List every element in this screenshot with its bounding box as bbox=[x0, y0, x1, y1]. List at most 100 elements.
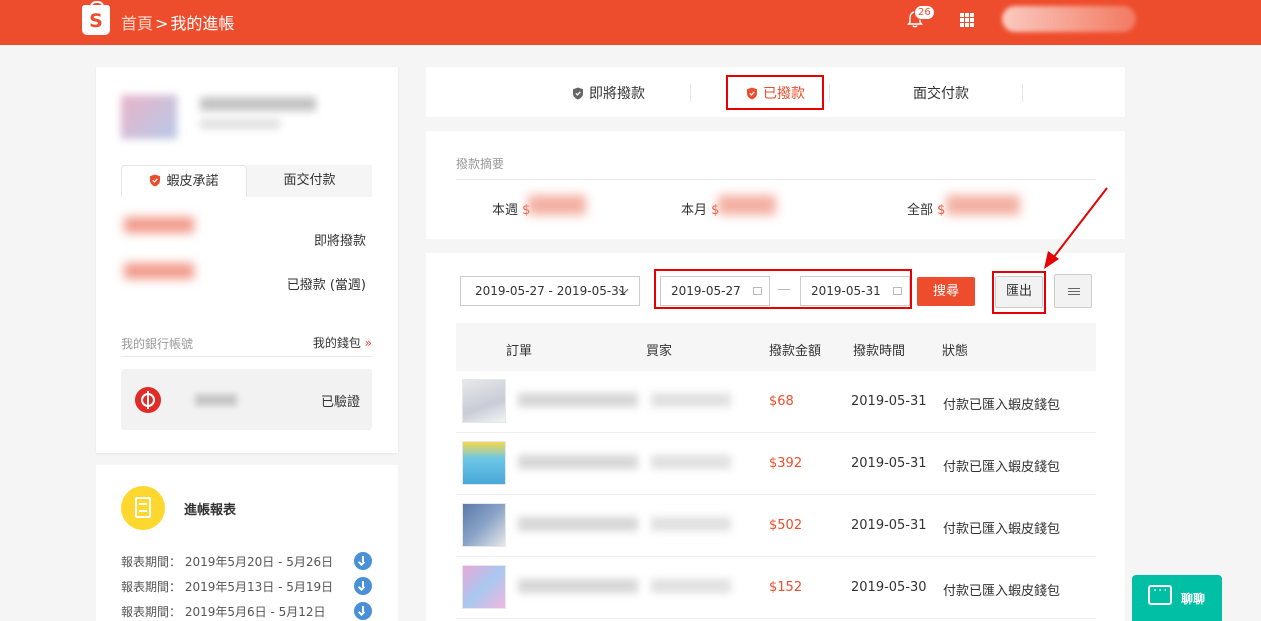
order-id-redacted bbox=[518, 579, 638, 593]
week-amount-redacted bbox=[528, 195, 586, 215]
payout-amount: $68 bbox=[769, 394, 794, 409]
breadcrumb-home-link[interactable]: 首頁 bbox=[121, 14, 153, 33]
calendar-icon bbox=[753, 287, 762, 295]
summary-month: 本月 $ bbox=[681, 203, 720, 218]
report-title: 進帳報表 bbox=[184, 503, 237, 518]
tab-cod-payout[interactable]: 面交付款 bbox=[913, 83, 969, 103]
download-icon[interactable] bbox=[354, 577, 372, 595]
payout-time: 2019-05-31 bbox=[851, 456, 927, 471]
buyer-name-redacted bbox=[651, 393, 731, 407]
tab-divider bbox=[1022, 84, 1023, 102]
payout-tabs: 即將撥款 已撥款 面交付款 bbox=[426, 67, 1125, 117]
top-navbar: S 首頁 > 我的進帳 26 bbox=[0, 0, 1261, 45]
payout-summary-panel: 撥款摘要 本週 $ 本月 $ 全部 $ bbox=[426, 131, 1125, 239]
end-date-input[interactable]: 2019-05-31 bbox=[800, 276, 910, 306]
export-button[interactable]: 匯出 bbox=[995, 276, 1043, 308]
upcoming-amount-redacted bbox=[124, 217, 194, 233]
date-range-dash bbox=[778, 289, 790, 290]
column-menu-button[interactable] bbox=[1054, 274, 1092, 308]
bank-account-card[interactable]: 已驗證 bbox=[121, 369, 372, 430]
breadcrumb: 首頁 > 我的進帳 bbox=[121, 10, 234, 34]
table-row[interactable]: $502 2019-05-31 付款已匯入蝦皮錢包 bbox=[456, 495, 1096, 557]
chat-label: 聊聊 bbox=[1181, 592, 1206, 606]
my-wallet-link[interactable]: 我的錢包 » bbox=[313, 334, 372, 351]
order-id-redacted bbox=[518, 455, 638, 469]
column-header-amount: 撥款金額 bbox=[769, 344, 822, 359]
orders-panel: 2019-05-27 - 2019-05-31 2019-05-27 2019-… bbox=[426, 253, 1125, 621]
payout-time: 2019-05-31 bbox=[851, 394, 927, 409]
user-account-menu[interactable] bbox=[1002, 6, 1136, 32]
report-period-row: 報表期間： 2019年5月6日 - 5月12日 bbox=[121, 605, 326, 619]
table-row[interactable]: $68 2019-05-31 付款已匯入蝦皮錢包 bbox=[456, 371, 1096, 433]
column-header-status: 狀態 bbox=[942, 344, 969, 359]
order-id-redacted bbox=[518, 393, 638, 407]
tab-cash-on-delivery[interactable]: 面交付款 bbox=[247, 165, 372, 197]
buyer-name-redacted bbox=[651, 517, 731, 531]
summary-week: 本週 $ bbox=[492, 203, 531, 218]
payout-time: 2019-05-30 bbox=[851, 580, 927, 595]
download-icon[interactable] bbox=[354, 552, 372, 570]
buyer-name-redacted bbox=[651, 579, 731, 593]
search-button[interactable]: 搜尋 bbox=[917, 277, 975, 306]
double-chevron-right-icon: » bbox=[364, 336, 372, 350]
tab-shopee-guarantee[interactable]: 蝦皮承諾 bbox=[121, 165, 247, 197]
shop-subtitle-redacted bbox=[200, 119, 280, 129]
shield-icon bbox=[150, 174, 161, 187]
product-thumbnail bbox=[462, 503, 506, 547]
breadcrumb-separator: > bbox=[155, 14, 169, 33]
column-header-order: 訂單 bbox=[506, 344, 533, 359]
report-period-row: 報表期間： 2019年5月13日 - 5月19日 bbox=[121, 580, 334, 594]
all-amount-redacted bbox=[946, 195, 1020, 215]
apps-grid-icon[interactable] bbox=[960, 13, 974, 27]
notification-count-badge: 26 bbox=[914, 5, 935, 20]
bank-account-number-redacted bbox=[195, 394, 237, 406]
start-date-input[interactable]: 2019-05-27 bbox=[660, 276, 770, 306]
payout-status: 付款已匯入蝦皮錢包 bbox=[943, 460, 1061, 475]
buyer-name-redacted bbox=[651, 455, 731, 469]
calendar-icon bbox=[893, 287, 902, 295]
divider bbox=[456, 179, 1096, 180]
summary-title: 撥款摘要 bbox=[456, 157, 505, 171]
table-row[interactable]: $392 2019-05-31 付款已匯入蝦皮錢包 bbox=[456, 433, 1096, 495]
chat-bubble-icon bbox=[1148, 584, 1172, 605]
annotation-arrow-icon bbox=[1044, 187, 1108, 269]
payout-status: 付款已匯入蝦皮錢包 bbox=[943, 398, 1061, 413]
income-report-panel: 進帳報表 報表期間： 2019年5月20日 - 5月26日 報表期間： 2019… bbox=[96, 465, 398, 621]
shopee-logo-icon[interactable]: S bbox=[82, 1, 110, 35]
column-header-buyer: 買家 bbox=[646, 344, 673, 359]
summary-all: 全部 $ bbox=[907, 203, 946, 218]
shop-avatar bbox=[121, 95, 177, 139]
payout-status: 付款已匯入蝦皮錢包 bbox=[943, 522, 1061, 537]
payout-time: 2019-05-31 bbox=[851, 518, 927, 533]
payout-amount: $392 bbox=[769, 456, 803, 471]
bank-verified-status: 已驗證 bbox=[320, 395, 360, 410]
table-row[interactable]: $152 2019-05-30 付款已匯入蝦皮錢包 bbox=[456, 557, 1096, 619]
product-thumbnail bbox=[462, 441, 506, 485]
report-document-icon bbox=[121, 486, 165, 530]
payout-amount: $152 bbox=[769, 580, 803, 595]
product-thumbnail bbox=[462, 565, 506, 609]
order-id-redacted bbox=[518, 517, 638, 531]
column-header-time: 撥款時間 bbox=[853, 344, 906, 359]
paid-this-week-label: 已撥款 (當週) bbox=[286, 278, 366, 293]
breadcrumb-current: 我的進帳 bbox=[170, 14, 235, 33]
left-payment-tabs: 蝦皮承諾 面交付款 bbox=[121, 165, 372, 197]
account-panel: 蝦皮承諾 面交付款 即將撥款 已撥款 (當週) 我的銀行帳號 我的錢包 » 已驗… bbox=[96, 67, 398, 453]
date-range-select[interactable]: 2019-05-27 - 2019-05-31 bbox=[460, 276, 640, 306]
shop-name-redacted bbox=[200, 97, 316, 111]
upcoming-payout-label: 即將撥款 bbox=[313, 234, 366, 249]
month-amount-redacted bbox=[718, 195, 776, 215]
payout-amount: $502 bbox=[769, 518, 803, 533]
tab-divider bbox=[690, 84, 691, 102]
payout-status: 付款已匯入蝦皮錢包 bbox=[943, 584, 1061, 599]
download-icon[interactable] bbox=[354, 602, 372, 620]
table-header: 訂單 買家 撥款金額 撥款時間 狀態 bbox=[456, 323, 1096, 371]
product-thumbnail bbox=[462, 379, 506, 423]
report-period-row: 報表期間： 2019年5月20日 - 5月26日 bbox=[121, 555, 334, 569]
bank-account-label: 我的銀行帳號 bbox=[121, 337, 194, 351]
paid-amount-redacted bbox=[124, 263, 194, 279]
chat-button[interactable]: 聊聊 bbox=[1132, 575, 1222, 621]
shield-icon bbox=[573, 87, 583, 100]
tab-divider bbox=[829, 84, 830, 102]
tab-upcoming-payout[interactable]: 即將撥款 bbox=[572, 83, 645, 103]
